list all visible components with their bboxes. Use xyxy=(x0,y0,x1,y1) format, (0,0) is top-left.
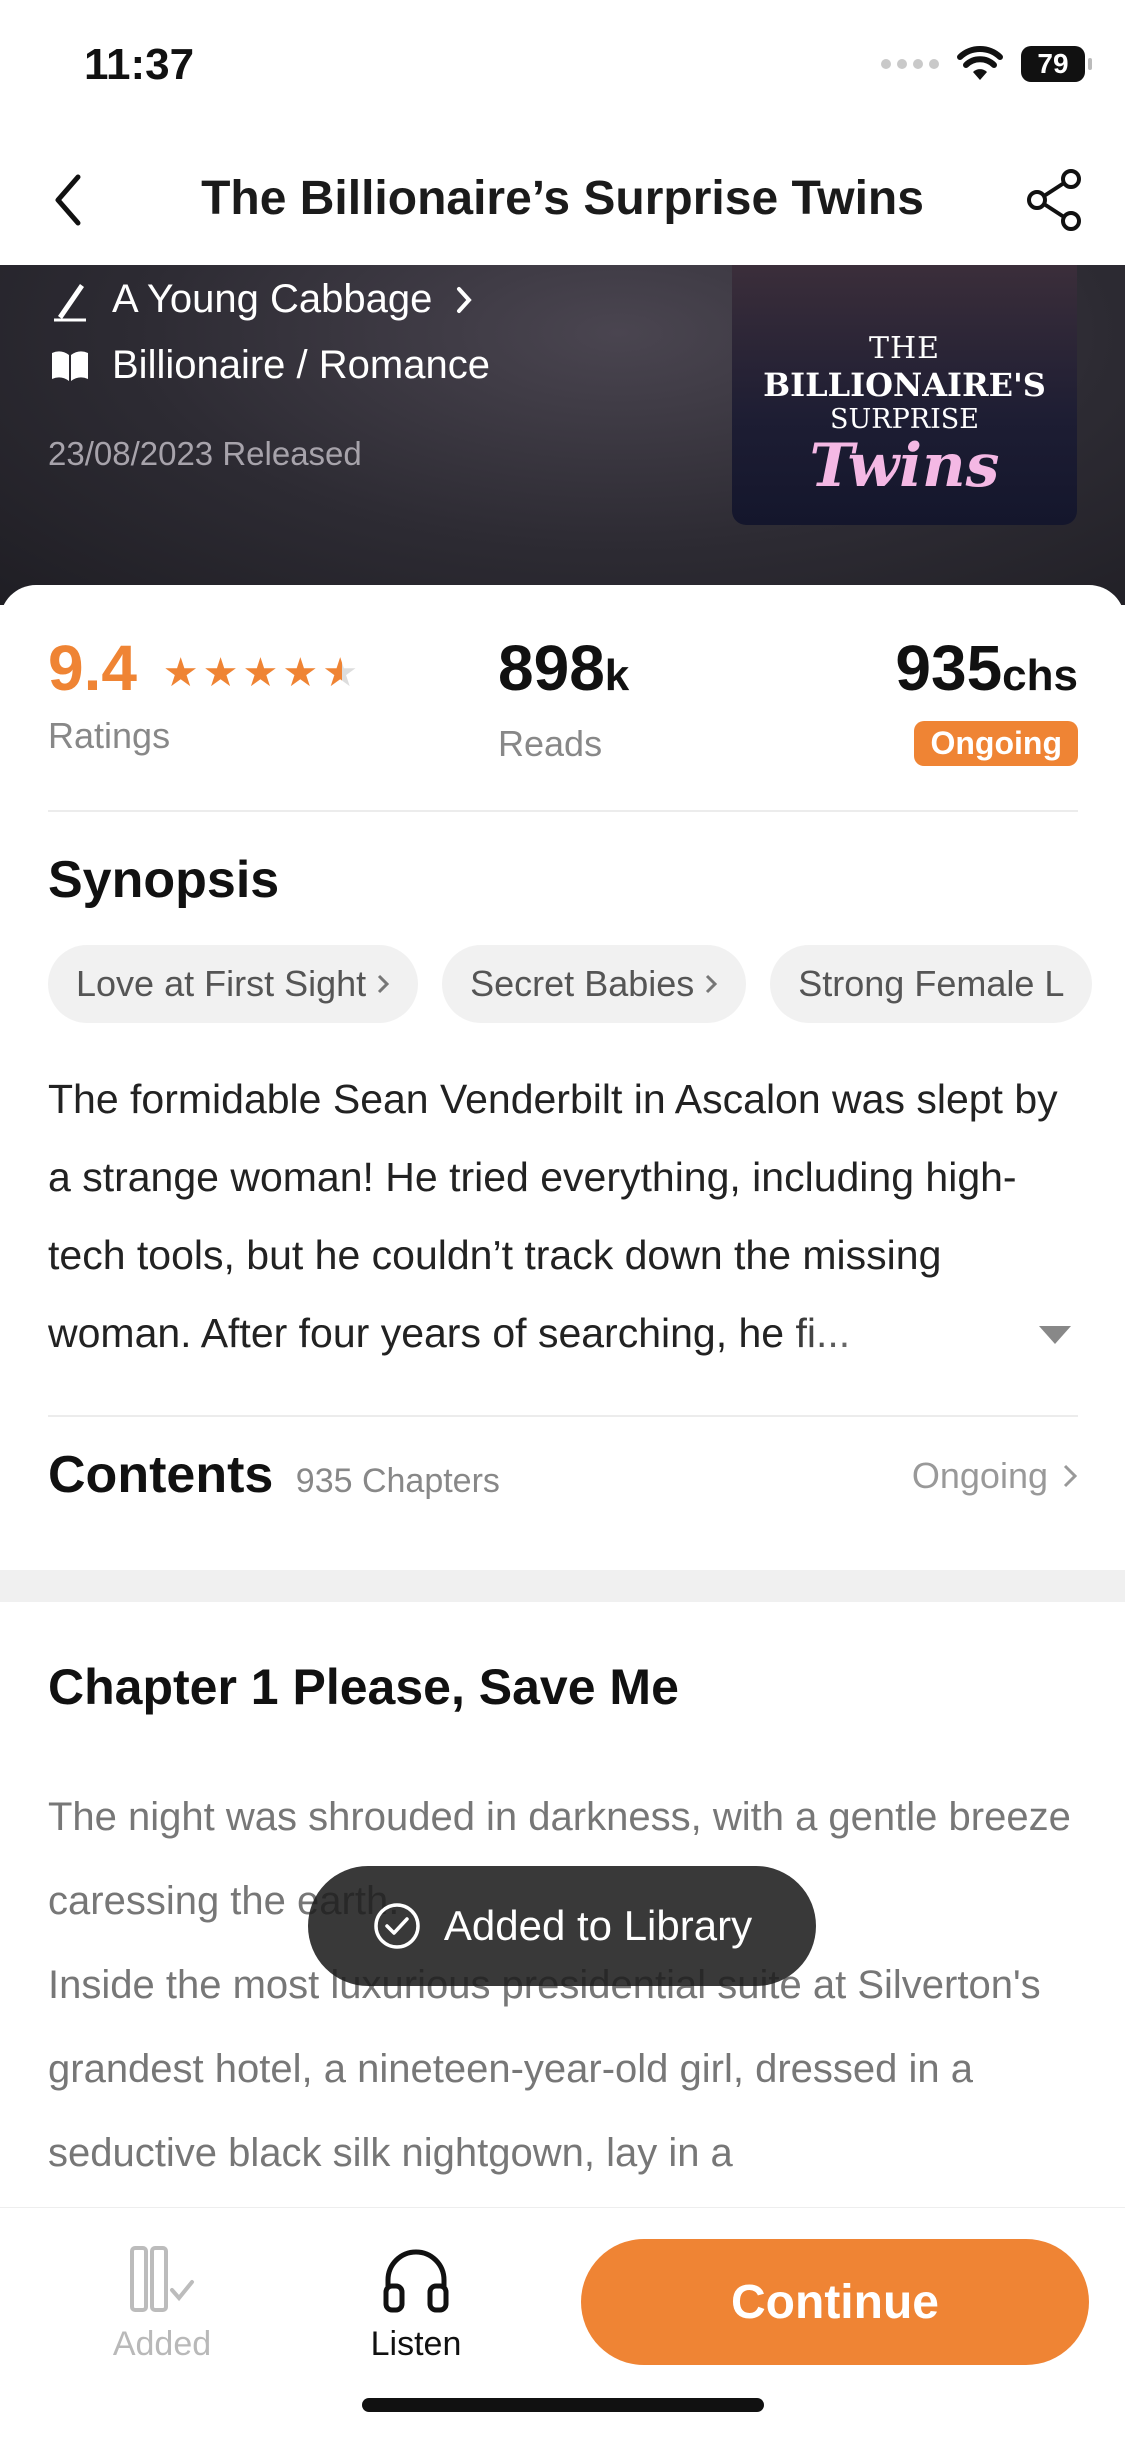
library-added-icon xyxy=(130,2246,194,2312)
star-icon: ★ xyxy=(242,651,279,696)
contents-status: Ongoing xyxy=(912,1455,1078,1497)
synopsis-title: Synopsis xyxy=(48,851,280,909)
contents-title: Contents xyxy=(48,1446,274,1504)
page-title: The Billionaire’s Surprise Twins xyxy=(201,172,924,225)
release-date: 23/08/2023 Released xyxy=(48,435,362,472)
chapters-stat: 935chs Ongoing xyxy=(895,633,1078,766)
chevron-right-icon xyxy=(378,974,390,994)
star-half-icon: ★ xyxy=(322,651,359,696)
reads-label: Reads xyxy=(498,723,603,764)
tag-chip[interactable]: Love at First Sight xyxy=(48,945,419,1023)
chapter-title: Chapter 1 Please, Save Me xyxy=(48,1659,679,1715)
rating-value: 9.4 xyxy=(48,632,137,704)
tag-chip[interactable]: Strong Female L xyxy=(770,945,1093,1023)
cover-text-line: THE xyxy=(868,331,941,366)
nav-bar: The Billionaire’s Surprise Twins xyxy=(0,135,1125,265)
rating-stat: 9.4 ★ ★ ★ ★ ★ Ratings xyxy=(48,633,358,757)
chevron-right-icon xyxy=(457,286,473,313)
reads-value: 898 xyxy=(498,632,605,704)
tag-label: Secret Babies xyxy=(470,963,695,1004)
author-link[interactable]: A Young Cabbage xyxy=(50,277,474,322)
author-name: A Young Cabbage xyxy=(112,277,433,321)
headphones-icon xyxy=(383,2249,449,2313)
chapters-unit: chs xyxy=(1002,651,1078,700)
divider xyxy=(48,1415,1078,1417)
rating-label: Ratings xyxy=(48,715,171,756)
added-button[interactable]: Added xyxy=(102,2244,222,2364)
divider xyxy=(48,810,1078,812)
cover-text-line: Twins xyxy=(809,431,1000,501)
pen-icon xyxy=(54,283,86,321)
wifi-icon xyxy=(957,46,1003,80)
listen-label: Listen xyxy=(370,2325,462,2363)
added-label: Added xyxy=(112,2325,212,2363)
cellular-signal-icon xyxy=(881,59,939,69)
book-header: A Young Cabbage Billionaire / Romance 23… xyxy=(0,265,1125,605)
contents-status-label: Ongoing xyxy=(911,1455,1048,1496)
toast-notification: Added to Library xyxy=(308,1866,816,1986)
cover-text-line: BILLIONAIRE'S xyxy=(763,366,1046,404)
star-icon: ★ xyxy=(282,651,319,696)
status-bar: 11:37 79 xyxy=(0,0,1125,135)
battery-icon: 79 xyxy=(1021,46,1092,82)
genre-row: Billionaire / Romance xyxy=(50,343,490,388)
tag-list: Love at First Sight Secret Babies Strong… xyxy=(48,945,1125,1023)
status-badge: Ongoing xyxy=(914,721,1078,766)
listen-button[interactable]: Listen xyxy=(356,2244,476,2364)
continue-button[interactable]: Continue xyxy=(581,2239,1089,2365)
tag-label: Love at First Sight xyxy=(76,963,367,1004)
status-time: 11:37 xyxy=(84,40,195,89)
genre-text: Billionaire / Romance xyxy=(112,343,490,387)
reads-unit: k xyxy=(604,651,630,700)
status-indicators: 79 xyxy=(881,46,1092,82)
star-icon: ★ xyxy=(162,651,199,696)
back-chevron-icon[interactable] xyxy=(40,165,100,235)
rating-stars: ★ ★ ★ ★ ★ xyxy=(163,653,358,693)
section-separator xyxy=(0,1570,1125,1602)
home-indicator[interactable] xyxy=(362,2398,764,2412)
chapter-count: 935 Chapters xyxy=(295,1462,500,1500)
book-cover[interactable]: THE BILLIONAIRE'S SURPRISE Twins xyxy=(732,265,1077,525)
chapters-value: 935 xyxy=(895,632,1003,704)
tag-chip[interactable]: Secret Babies xyxy=(442,945,747,1023)
toast-text: Added to Library xyxy=(443,1902,753,1949)
chevron-down-icon[interactable] xyxy=(1035,1320,1075,1350)
chevron-right-icon xyxy=(1063,1464,1078,1488)
star-icon: ★ xyxy=(202,651,239,696)
chevron-right-icon xyxy=(706,974,718,994)
contents-row[interactable]: Contents 935 Chapters Ongoing xyxy=(48,1445,1078,1525)
check-circle-icon xyxy=(374,1903,420,1949)
share-icon[interactable] xyxy=(1025,167,1085,233)
synopsis-fade xyxy=(778,1296,1078,1374)
reads-stat: 898k Reads xyxy=(498,633,629,765)
tag-label: Strong Female L xyxy=(798,963,1065,1004)
book-icon xyxy=(52,350,88,381)
